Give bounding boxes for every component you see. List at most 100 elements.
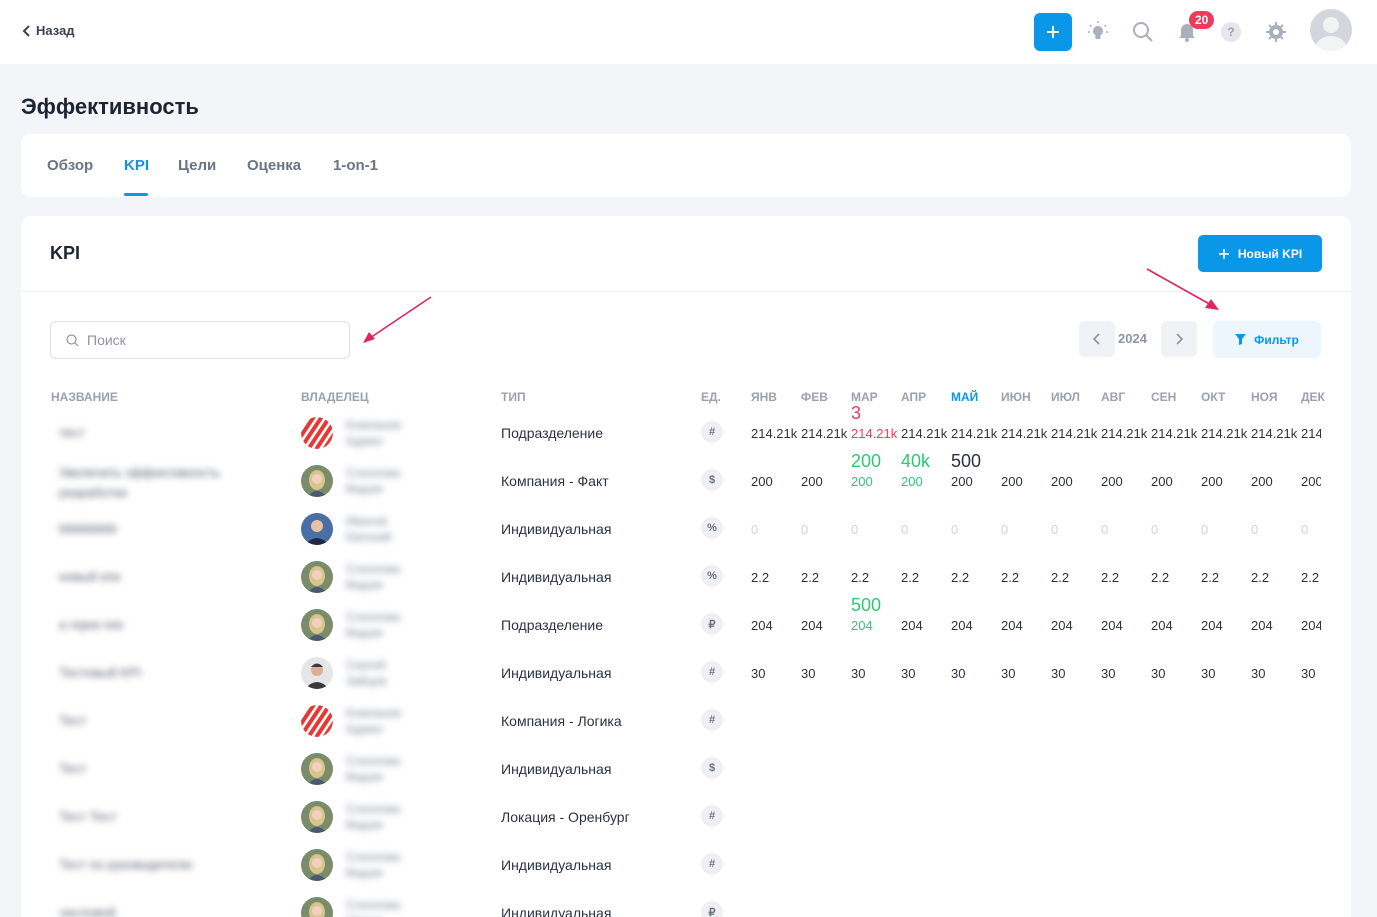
tab-one-on-one[interactable]: 1-on-1 <box>333 157 378 174</box>
month-value: 200 <box>1151 474 1173 489</box>
kpi-name[interactable]: Тест <box>59 761 86 776</box>
month-value: 2.2 <box>1301 570 1320 585</box>
month-value: 0 <box>1001 522 1009 537</box>
annotation-arrow-filter <box>1146 268 1219 310</box>
month-value: 30 <box>951 666 966 681</box>
fact-value: 500 <box>851 595 882 615</box>
kpi-type: Индивидуальная <box>501 905 612 917</box>
month-value: 0 <box>1101 522 1109 537</box>
fact-value: 500 <box>951 451 982 471</box>
help-icon[interactable]: ? <box>1221 22 1241 42</box>
table-row[interactable]: Увеличить эффективность разработки Соколо… <box>21 451 1351 505</box>
column-header-name[interactable]: НАЗВАНИЕ <box>51 390 118 404</box>
owner-name: Соколова Мария <box>346 850 400 880</box>
unit-badge: $ <box>701 469 723 491</box>
month-value: 204 <box>801 618 823 633</box>
month-value: 30 <box>1251 666 1266 681</box>
table-row[interactable]: bbbbbbbb Иванов Евгений Индивидуальная% 0 0 0… <box>21 505 1351 553</box>
table-row[interactable]: Тест Тест Соколова Мария Локация - Оренбур… <box>21 793 1351 841</box>
annotation-arrow-search <box>363 296 432 343</box>
unit-badge: ₽ <box>701 613 723 635</box>
kpi-name[interactable]: новый кпи <box>59 569 121 584</box>
search-field[interactable] <box>50 321 350 359</box>
kpi-card: KPI Новый KPI 2024 Фильтр НАЗВАНИЕ ВЛАДЕ… <box>21 216 1351 917</box>
unit-badge: # <box>701 661 723 683</box>
lightbulb-icon[interactable] <box>1086 20 1110 44</box>
table-row[interactable]: тест Компания Админ Подразделение #214.21k 2… <box>21 403 1351 457</box>
back-link[interactable]: Назад <box>22 23 75 38</box>
table-row[interactable]: новый кпи Соколова Мария Индивидуальная% 2.… <box>21 553 1351 601</box>
month-value: 2.2 <box>851 570 870 585</box>
kpi-name[interactable]: числовой <box>59 905 116 917</box>
kpi-type: Компания - Логика <box>501 713 622 729</box>
kpi-name[interactable]: Тестовый KPI <box>59 665 141 680</box>
page-title: Эффективность <box>21 94 199 119</box>
column-header-month: ФЕВ <box>801 390 828 404</box>
tab-assessment[interactable]: Оценка <box>247 157 301 174</box>
table-row[interactable]: Тест Соколова Мария Индивидуальная $ <box>21 745 1351 793</box>
month-value: 204 <box>1001 618 1023 633</box>
kpi-type: Локация - Оренбург <box>501 809 630 825</box>
top-bar: Назад 20 ? <box>0 0 1377 64</box>
kpi-name[interactable]: Тест Тест <box>59 809 116 824</box>
plus-icon <box>1218 248 1229 259</box>
month-value: 214.21k <box>1101 426 1148 441</box>
owner-name: Компания Админ <box>346 706 401 736</box>
kpi-name[interactable]: тест <box>59 425 85 440</box>
unit-badge: % <box>701 517 723 539</box>
month-value: 204 <box>1151 618 1173 633</box>
tab-overview[interactable]: Обзор <box>47 157 93 174</box>
kpi-name[interactable]: bbbbbbbb <box>59 521 117 536</box>
year-prev-button[interactable] <box>1079 321 1115 357</box>
month-value: 2.2 <box>1201 570 1220 585</box>
kpi-name[interactable]: Тест <box>59 713 86 728</box>
tab-kpi[interactable]: KPI <box>124 157 149 174</box>
month-value: 214.21k <box>801 426 848 441</box>
owner-name: Соколова Мария <box>346 754 400 784</box>
month-value: 204 <box>901 618 923 633</box>
month-value: 200 <box>801 474 823 489</box>
month-value: 214.21k <box>901 426 948 441</box>
month-value: 200 <box>1101 474 1123 489</box>
column-header-unit[interactable]: ЕД. <box>701 390 721 404</box>
unit-badge: $ <box>701 757 723 779</box>
month-value: 30 <box>1101 666 1116 681</box>
kpi-name[interactable]: a nqwe ww <box>59 617 123 632</box>
active-tab-indicator <box>124 193 148 196</box>
user-avatar[interactable] <box>1310 9 1352 51</box>
month-value: 0 <box>951 522 959 537</box>
column-header-month: АВГ <box>1101 390 1126 404</box>
month-value: 214.21k <box>1201 426 1248 441</box>
kpi-name[interactable]: Тест по руководителю <box>59 857 193 872</box>
column-header-owner[interactable]: ВЛАДЕЛЕЦ <box>301 390 369 404</box>
owner-avatar <box>301 849 333 881</box>
table-row[interactable]: a nqwe ww Соколова Мария Подразделение ₽204… <box>21 595 1351 649</box>
create-button[interactable] <box>1034 13 1072 51</box>
month-value: 200 <box>1301 474 1321 489</box>
month-value: 214.21k <box>1251 426 1298 441</box>
kpi-type: Индивидуальная <box>501 761 612 777</box>
month-value: 204 <box>951 618 973 633</box>
unit-badge: # <box>701 853 723 875</box>
filter-button[interactable]: Фильтр <box>1213 321 1321 358</box>
tab-goals[interactable]: Цели <box>178 157 216 174</box>
table-row[interactable]: Тест по руководителю Соколова Мария Индиви… <box>21 841 1351 889</box>
owner-name: Компания Админ <box>346 418 401 448</box>
search-input[interactable] <box>87 332 317 348</box>
month-value: 200 <box>1251 474 1273 489</box>
table-row[interactable]: Тест Компания Админ Компания - Логика # <box>21 697 1351 745</box>
gear-icon[interactable] <box>1264 20 1288 44</box>
month-value: 204 <box>1051 618 1073 633</box>
table-row[interactable]: числовой Соколова Мария Индивидуальная ₽ <box>21 889 1351 917</box>
column-header-month: МАР <box>851 390 878 404</box>
owner-name: Иванов Евгений <box>346 514 392 544</box>
column-header-type[interactable]: ТИП <box>501 390 526 404</box>
year-next-button[interactable] <box>1161 321 1197 357</box>
chevron-left-icon <box>22 24 30 37</box>
month-value: 30 <box>801 666 816 681</box>
kpi-name[interactable]: Увеличить эффективность разработки <box>59 463 259 503</box>
search-icon[interactable] <box>1131 20 1155 44</box>
month-value: 0 <box>1251 522 1259 537</box>
month-value: 214.21k <box>951 426 998 441</box>
table-row[interactable]: Тестовый KPI Сергей Зайцев Индивидуальная #… <box>21 649 1351 697</box>
